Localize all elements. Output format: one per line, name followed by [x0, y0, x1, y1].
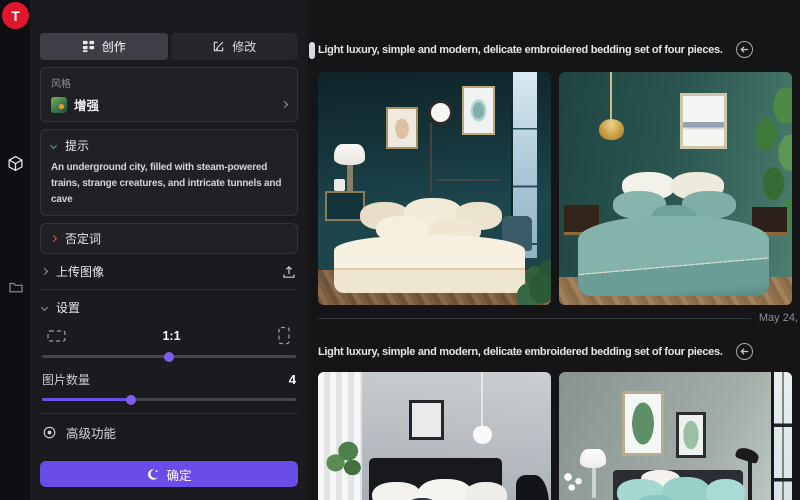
pendant-lamp — [473, 426, 492, 445]
duvet — [578, 216, 769, 295]
image-count-value: 4 — [289, 372, 296, 387]
negative-label: 否定词 — [65, 230, 101, 247]
plant — [323, 437, 365, 484]
pillow — [706, 479, 746, 500]
generated-image[interactable] — [318, 72, 551, 305]
wall-art-frame — [676, 412, 706, 459]
wall-art-frame — [622, 391, 664, 456]
chevron-right-icon — [281, 101, 288, 108]
chevron-down-icon — [50, 142, 57, 149]
advanced-features-row[interactable]: 高级功能 — [40, 414, 298, 451]
wall-art-frame — [386, 107, 419, 149]
flowers — [559, 470, 589, 500]
edit-icon — [212, 40, 225, 53]
pillow — [465, 482, 507, 500]
control-panel: 创作 修改 风格 增强 — [30, 0, 308, 500]
pendant-lamp — [599, 119, 625, 140]
aspect-ratio-slider[interactable] — [42, 355, 296, 358]
settings-label: 设置 — [56, 299, 80, 316]
table-lamp — [580, 449, 606, 468]
table-lamp — [334, 144, 364, 165]
style-label: 风格 — [51, 75, 287, 90]
chevron-right-icon — [50, 235, 57, 242]
generation-image-row — [318, 372, 792, 500]
folder-icon[interactable] — [7, 278, 24, 295]
generated-image[interactable] — [559, 72, 792, 305]
prompt-card[interactable]: 提示 An underground city, filled with stea… — [40, 129, 298, 216]
duvet — [334, 235, 525, 293]
slider-thumb[interactable] — [126, 395, 136, 405]
prompt-label: 提示 — [65, 137, 89, 154]
date-divider-row: May 24, — [318, 312, 800, 324]
generation-date: May 24, — [759, 312, 800, 324]
slider-thumb[interactable] — [164, 352, 174, 362]
wall-art-frame — [409, 400, 444, 440]
reuse-prompt-icon[interactable] — [736, 343, 753, 360]
generation-image-row — [318, 72, 792, 305]
wall-art-frame — [462, 86, 495, 135]
wall-art-frame — [680, 93, 727, 149]
generated-image[interactable] — [559, 372, 792, 500]
landscape-icon — [46, 328, 67, 344]
image-count-slider[interactable] — [42, 398, 296, 401]
confirm-button[interactable]: 确定 — [40, 461, 298, 487]
upload-image-row[interactable]: 上传图像 — [40, 254, 298, 290]
scrollbar-thumb[interactable] — [309, 42, 315, 59]
cube-icon[interactable] — [7, 155, 24, 172]
eye-icon — [42, 425, 57, 440]
pillow — [372, 482, 421, 500]
advanced-label: 高级功能 — [66, 423, 116, 442]
generated-image[interactable] — [318, 372, 551, 500]
style-card[interactable]: 风格 增强 — [40, 67, 298, 122]
prompt-input[interactable]: An underground city, filled with steam-p… — [51, 160, 287, 208]
window — [771, 372, 792, 500]
pillow — [418, 479, 472, 500]
avatar[interactable]: T — [2, 2, 29, 29]
tab-modify[interactable]: 修改 — [171, 33, 299, 60]
tab-modify-label: 修改 — [232, 38, 256, 55]
aspect-ratio-value: 1:1 — [162, 329, 180, 343]
generation-prompt-row: Light luxury, simple and modern, delicat… — [318, 41, 753, 58]
generation-prompt-row: Light luxury, simple and modern, delicat… — [318, 343, 753, 360]
mode-tabs: 创作 修改 — [40, 33, 298, 60]
negative-card[interactable]: 否定词 — [40, 223, 298, 254]
plant — [509, 249, 551, 305]
reuse-prompt-icon[interactable] — [736, 41, 753, 58]
generation-prompt: Light luxury, simple and modern, delicat… — [318, 346, 723, 358]
style-thumbnail-icon — [51, 97, 67, 113]
generation-prompt: Light luxury, simple and modern, delicat… — [318, 44, 723, 56]
style-value: 增强 — [74, 95, 99, 114]
divider-line — [318, 318, 751, 319]
portrait-icon — [276, 326, 292, 345]
chevron-right-icon — [41, 268, 48, 275]
grid-icon — [82, 40, 95, 53]
nightstand — [325, 191, 365, 221]
gallery-area: Light luxury, simple and modern, delicat… — [308, 0, 800, 500]
chevron-down-icon — [41, 304, 48, 311]
moon-icon — [146, 468, 159, 481]
upload-label: 上传图像 — [56, 263, 104, 280]
aspect-ratio-row: 1:1 — [40, 326, 298, 345]
app-window: T — [0, 0, 800, 500]
settings-row[interactable]: 设置 — [40, 290, 298, 318]
wall-clock — [428, 100, 453, 125]
confirm-label: 确定 — [166, 465, 191, 484]
tab-create-label: 创作 — [102, 38, 126, 55]
icon-rail: T — [0, 0, 30, 500]
upload-icon[interactable] — [282, 265, 296, 279]
tab-create[interactable]: 创作 — [40, 33, 168, 60]
image-count-label: 图片数量 — [42, 371, 90, 388]
